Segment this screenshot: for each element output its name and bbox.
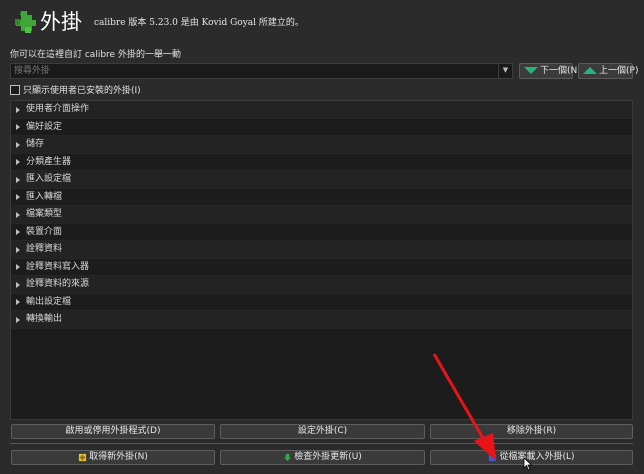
chevron-down-icon[interactable]: ▼ — [498, 64, 512, 78]
arrow-down-icon — [524, 67, 538, 74]
expand-arrow-icon[interactable] — [16, 281, 20, 288]
expand-arrow-icon[interactable] — [16, 106, 20, 113]
tree-item[interactable]: 輸出設定檔 — [11, 294, 632, 311]
expand-arrow-icon[interactable] — [16, 159, 20, 165]
tree-item[interactable]: 裝置介面 — [11, 224, 632, 241]
tree-item[interactable]: 分類產生器 — [11, 154, 632, 171]
previous-button[interactable]: 上一個(P) — [578, 63, 638, 79]
tree-item[interactable]: 詮釋資料 — [11, 241, 632, 259]
divider — [10, 443, 633, 444]
expand-arrow-icon[interactable] — [16, 211, 20, 218]
check-updates-button[interactable]: 檢查外掛更新(U) — [220, 450, 425, 465]
header: 外掛 calibre 版本 5.23.0 是由 Kovid Goyal 所建立的… — [0, 0, 644, 44]
plugin-file-icon — [489, 453, 497, 462]
page-title: 外掛 — [40, 10, 82, 34]
tree-item[interactable]: 儲存 — [11, 136, 632, 154]
expand-arrow-icon[interactable] — [16, 176, 20, 183]
checkbox-label: 只顯示使用者已安裝的外掛(I) — [23, 86, 141, 96]
tree-item[interactable]: 使用者介面操作 — [11, 101, 632, 119]
expand-arrow-icon[interactable] — [16, 124, 20, 130]
expand-arrow-icon[interactable] — [16, 299, 20, 305]
tree-item[interactable]: 轉換輸出 — [11, 311, 632, 329]
next-button[interactable]: 下一個(N) — [519, 63, 581, 79]
expand-arrow-icon[interactable] — [16, 229, 20, 235]
hint-text: 你可以在這裡自訂 calibre 外掛的一舉一動 — [10, 50, 181, 60]
tree-item[interactable]: 匯入設定檔 — [11, 171, 632, 189]
get-new-plugins-button[interactable]: 取得新外掛(N) — [11, 450, 215, 465]
tree-item[interactable]: 偏好設定 — [11, 119, 632, 136]
remove-plugin-button[interactable]: 移除外掛(R) — [430, 424, 633, 439]
tree-item[interactable]: 匯入轉檔 — [11, 189, 632, 206]
search-input[interactable] — [11, 64, 499, 78]
expand-arrow-icon[interactable] — [16, 264, 20, 270]
expand-arrow-icon[interactable] — [16, 194, 20, 200]
checkbox-box[interactable] — [10, 84, 20, 95]
expand-arrow-icon[interactable] — [16, 316, 20, 323]
puzzle-icon — [15, 11, 36, 33]
tree-item[interactable]: 檔案類型 — [11, 206, 632, 224]
arrow-up-icon — [583, 67, 597, 74]
tree-item[interactable]: 詮釋資料的來源 — [11, 276, 632, 294]
version-subtitle: calibre 版本 5.23.0 是由 Kovid Goyal 所建立的。 — [94, 18, 304, 28]
expand-arrow-icon[interactable] — [16, 246, 20, 253]
tree-item[interactable]: 詮釋資料寫入器 — [11, 259, 632, 276]
expand-arrow-icon[interactable] — [16, 141, 20, 148]
mouse-cursor-icon — [523, 457, 533, 471]
download-icon — [284, 453, 292, 462]
puzzle-plus-icon — [79, 453, 87, 462]
plugin-tree[interactable]: 使用者介面操作 偏好設定 儲存 分類產生器 匯入設定檔 匯入轉檔 檔案類型 裝置… — [10, 100, 633, 420]
search-box[interactable]: ▼ — [10, 63, 513, 79]
toggle-plugin-button[interactable]: 啟用或停用外掛程式(D) — [11, 424, 215, 439]
customize-plugin-button[interactable]: 設定外掛(C) — [220, 424, 425, 439]
installed-only-checkbox[interactable]: 只顯示使用者已安裝的外掛(I) — [10, 83, 141, 96]
